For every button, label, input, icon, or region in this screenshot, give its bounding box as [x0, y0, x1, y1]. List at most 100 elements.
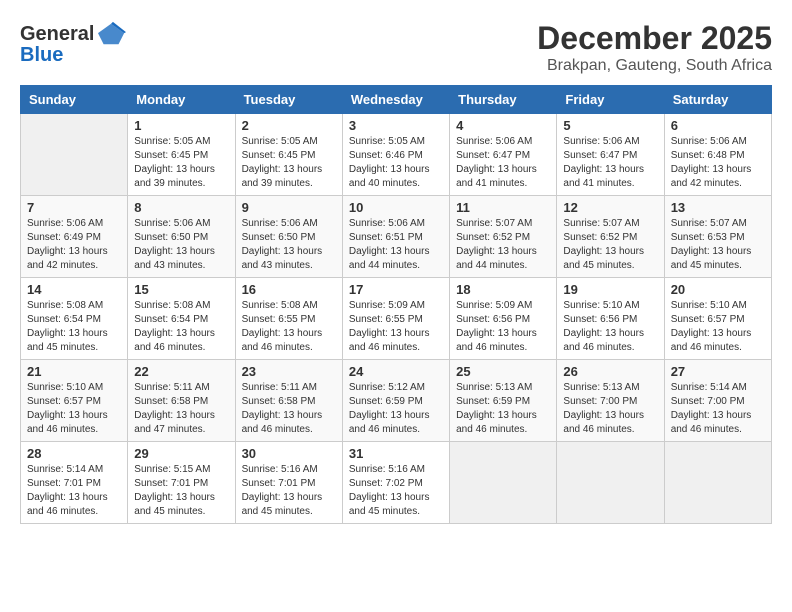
day-info: Sunrise: 5:11 AM Sunset: 6:58 PM Dayligh…: [242, 381, 336, 437]
day-number: 7: [27, 200, 121, 215]
day-number: 9: [242, 200, 336, 215]
calendar-cell: 28 Sunrise: 5:14 AM Sunset: 7:01 PM Dayli…: [21, 442, 128, 524]
day-header-monday: Monday: [128, 86, 235, 114]
month-year-title: December 2025: [537, 20, 772, 57]
day-number: 11: [456, 200, 550, 215]
calendar-cell: 20 Sunrise: 5:10 AM Sunset: 6:57 PM Dayli…: [664, 278, 771, 360]
day-info: Sunrise: 5:08 AM Sunset: 6:54 PM Dayligh…: [27, 299, 121, 355]
day-number: 15: [134, 282, 228, 297]
day-number: 22: [134, 364, 228, 379]
calendar-cell: [21, 114, 128, 196]
logo-icon: [98, 20, 126, 48]
day-info: Sunrise: 5:12 AM Sunset: 6:59 PM Dayligh…: [349, 381, 443, 437]
day-info: Sunrise: 5:08 AM Sunset: 6:55 PM Dayligh…: [242, 299, 336, 355]
logo: General Blue: [20, 20, 126, 67]
calendar-cell: 3 Sunrise: 5:05 AM Sunset: 6:46 PM Daylig…: [342, 114, 449, 196]
calendar-week-row: 28 Sunrise: 5:14 AM Sunset: 7:01 PM Dayli…: [21, 442, 772, 524]
calendar-cell: 27 Sunrise: 5:14 AM Sunset: 7:00 PM Dayli…: [664, 360, 771, 442]
day-info: Sunrise: 5:05 AM Sunset: 6:45 PM Dayligh…: [242, 135, 336, 191]
day-number: 18: [456, 282, 550, 297]
calendar-cell: 18 Sunrise: 5:09 AM Sunset: 6:56 PM Dayli…: [450, 278, 557, 360]
day-number: 3: [349, 118, 443, 133]
day-number: 1: [134, 118, 228, 133]
calendar-cell: 2 Sunrise: 5:05 AM Sunset: 6:45 PM Daylig…: [235, 114, 342, 196]
day-header-thursday: Thursday: [450, 86, 557, 114]
day-info: Sunrise: 5:14 AM Sunset: 7:00 PM Dayligh…: [671, 381, 765, 437]
day-header-friday: Friday: [557, 86, 664, 114]
calendar-cell: 9Sunrise: 5:06 AM Sunset: 6:50 PM Daylig…: [235, 196, 342, 278]
day-info: Sunrise: 5:06 AM Sunset: 6:50 PM Dayligh…: [134, 217, 228, 273]
day-number: 2: [242, 118, 336, 133]
day-info: Sunrise: 5:10 AM Sunset: 6:57 PM Dayligh…: [27, 381, 121, 437]
day-number: 20: [671, 282, 765, 297]
day-info: Sunrise: 5:14 AM Sunset: 7:01 PM Dayligh…: [27, 463, 121, 519]
calendar-cell: [557, 442, 664, 524]
calendar-cell: 4Sunrise: 5:06 AM Sunset: 6:47 PM Daylig…: [450, 114, 557, 196]
day-number: 23: [242, 364, 336, 379]
day-number: 24: [349, 364, 443, 379]
calendar-cell: 6Sunrise: 5:06 AM Sunset: 6:48 PM Daylig…: [664, 114, 771, 196]
calendar-cell: 5Sunrise: 5:06 AM Sunset: 6:47 PM Daylig…: [557, 114, 664, 196]
day-info: Sunrise: 5:11 AM Sunset: 6:58 PM Dayligh…: [134, 381, 228, 437]
calendar-cell: 15 Sunrise: 5:08 AM Sunset: 6:54 PM Dayli…: [128, 278, 235, 360]
day-number: 26: [563, 364, 657, 379]
day-header-sunday: Sunday: [21, 86, 128, 114]
calendar-week-row: 14 Sunrise: 5:08 AM Sunset: 6:54 PM Dayli…: [21, 278, 772, 360]
calendar-table: SundayMondayTuesdayWednesdayThursdayFrid…: [20, 85, 772, 524]
day-info: Sunrise: 5:08 AM Sunset: 6:54 PM Dayligh…: [134, 299, 228, 355]
calendar-cell: 30Sunrise: 5:16 AM Sunset: 7:01 PM Dayli…: [235, 442, 342, 524]
calendar-cell: 31Sunrise: 5:16 AM Sunset: 7:02 PM Dayli…: [342, 442, 449, 524]
calendar-cell: 16 Sunrise: 5:08 AM Sunset: 6:55 PM Dayli…: [235, 278, 342, 360]
calendar-cell: 11Sunrise: 5:07 AM Sunset: 6:52 PM Dayli…: [450, 196, 557, 278]
calendar-cell: [450, 442, 557, 524]
day-number: 25: [456, 364, 550, 379]
calendar-cell: 26 Sunrise: 5:13 AM Sunset: 7:00 PM Dayli…: [557, 360, 664, 442]
location-subtitle: Brakpan, Gauteng, South Africa: [537, 57, 772, 75]
day-info: Sunrise: 5:05 AM Sunset: 6:46 PM Dayligh…: [349, 135, 443, 191]
calendar-cell: 8 Sunrise: 5:06 AM Sunset: 6:50 PM Daylig…: [128, 196, 235, 278]
day-info: Sunrise: 5:07 AM Sunset: 6:52 PM Dayligh…: [563, 217, 657, 273]
day-number: 12: [563, 200, 657, 215]
day-info: Sunrise: 5:05 AM Sunset: 6:45 PM Dayligh…: [134, 135, 228, 191]
calendar-week-row: 1 Sunrise: 5:05 AM Sunset: 6:45 PM Daylig…: [21, 114, 772, 196]
calendar-cell: 29Sunrise: 5:15 AM Sunset: 7:01 PM Dayli…: [128, 442, 235, 524]
day-number: 29: [134, 446, 228, 461]
calendar-cell: 24 Sunrise: 5:12 AM Sunset: 6:59 PM Dayli…: [342, 360, 449, 442]
day-number: 14: [27, 282, 121, 297]
day-header-wednesday: Wednesday: [342, 86, 449, 114]
day-info: Sunrise: 5:16 AM Sunset: 7:01 PM Dayligh…: [242, 463, 336, 519]
calendar-header-row: SundayMondayTuesdayWednesdayThursdayFrid…: [21, 86, 772, 114]
logo-blue: Blue: [20, 44, 63, 67]
day-number: 31: [349, 446, 443, 461]
day-info: Sunrise: 5:06 AM Sunset: 6:51 PM Dayligh…: [349, 217, 443, 273]
day-info: Sunrise: 5:13 AM Sunset: 6:59 PM Dayligh…: [456, 381, 550, 437]
day-number: 8: [134, 200, 228, 215]
page-header: General Blue December 2025 Brakpan, Gaut…: [20, 20, 772, 75]
title-section: December 2025 Brakpan, Gauteng, South Af…: [537, 20, 772, 75]
day-number: 10: [349, 200, 443, 215]
calendar-cell: 14 Sunrise: 5:08 AM Sunset: 6:54 PM Dayli…: [21, 278, 128, 360]
day-number: 6: [671, 118, 765, 133]
calendar-week-row: 21Sunrise: 5:10 AM Sunset: 6:57 PM Dayli…: [21, 360, 772, 442]
day-number: 19: [563, 282, 657, 297]
calendar-cell: 12 Sunrise: 5:07 AM Sunset: 6:52 PM Dayli…: [557, 196, 664, 278]
calendar-cell: 19Sunrise: 5:10 AM Sunset: 6:56 PM Dayli…: [557, 278, 664, 360]
day-info: Sunrise: 5:07 AM Sunset: 6:53 PM Dayligh…: [671, 217, 765, 273]
calendar-cell: 23 Sunrise: 5:11 AM Sunset: 6:58 PM Dayli…: [235, 360, 342, 442]
logo-general: General: [20, 23, 94, 46]
calendar-cell: 25 Sunrise: 5:13 AM Sunset: 6:59 PM Dayli…: [450, 360, 557, 442]
day-header-saturday: Saturday: [664, 86, 771, 114]
day-number: 27: [671, 364, 765, 379]
calendar-cell: 10 Sunrise: 5:06 AM Sunset: 6:51 PM Dayli…: [342, 196, 449, 278]
day-number: 16: [242, 282, 336, 297]
day-info: Sunrise: 5:10 AM Sunset: 6:57 PM Dayligh…: [671, 299, 765, 355]
day-number: 4: [456, 118, 550, 133]
day-number: 13: [671, 200, 765, 215]
day-info: Sunrise: 5:13 AM Sunset: 7:00 PM Dayligh…: [563, 381, 657, 437]
calendar-cell: 17Sunrise: 5:09 AM Sunset: 6:55 PM Dayli…: [342, 278, 449, 360]
day-info: Sunrise: 5:09 AM Sunset: 6:56 PM Dayligh…: [456, 299, 550, 355]
day-number: 28: [27, 446, 121, 461]
day-info: Sunrise: 5:06 AM Sunset: 6:49 PM Dayligh…: [27, 217, 121, 273]
calendar-cell: 1 Sunrise: 5:05 AM Sunset: 6:45 PM Daylig…: [128, 114, 235, 196]
day-info: Sunrise: 5:06 AM Sunset: 6:47 PM Dayligh…: [563, 135, 657, 191]
